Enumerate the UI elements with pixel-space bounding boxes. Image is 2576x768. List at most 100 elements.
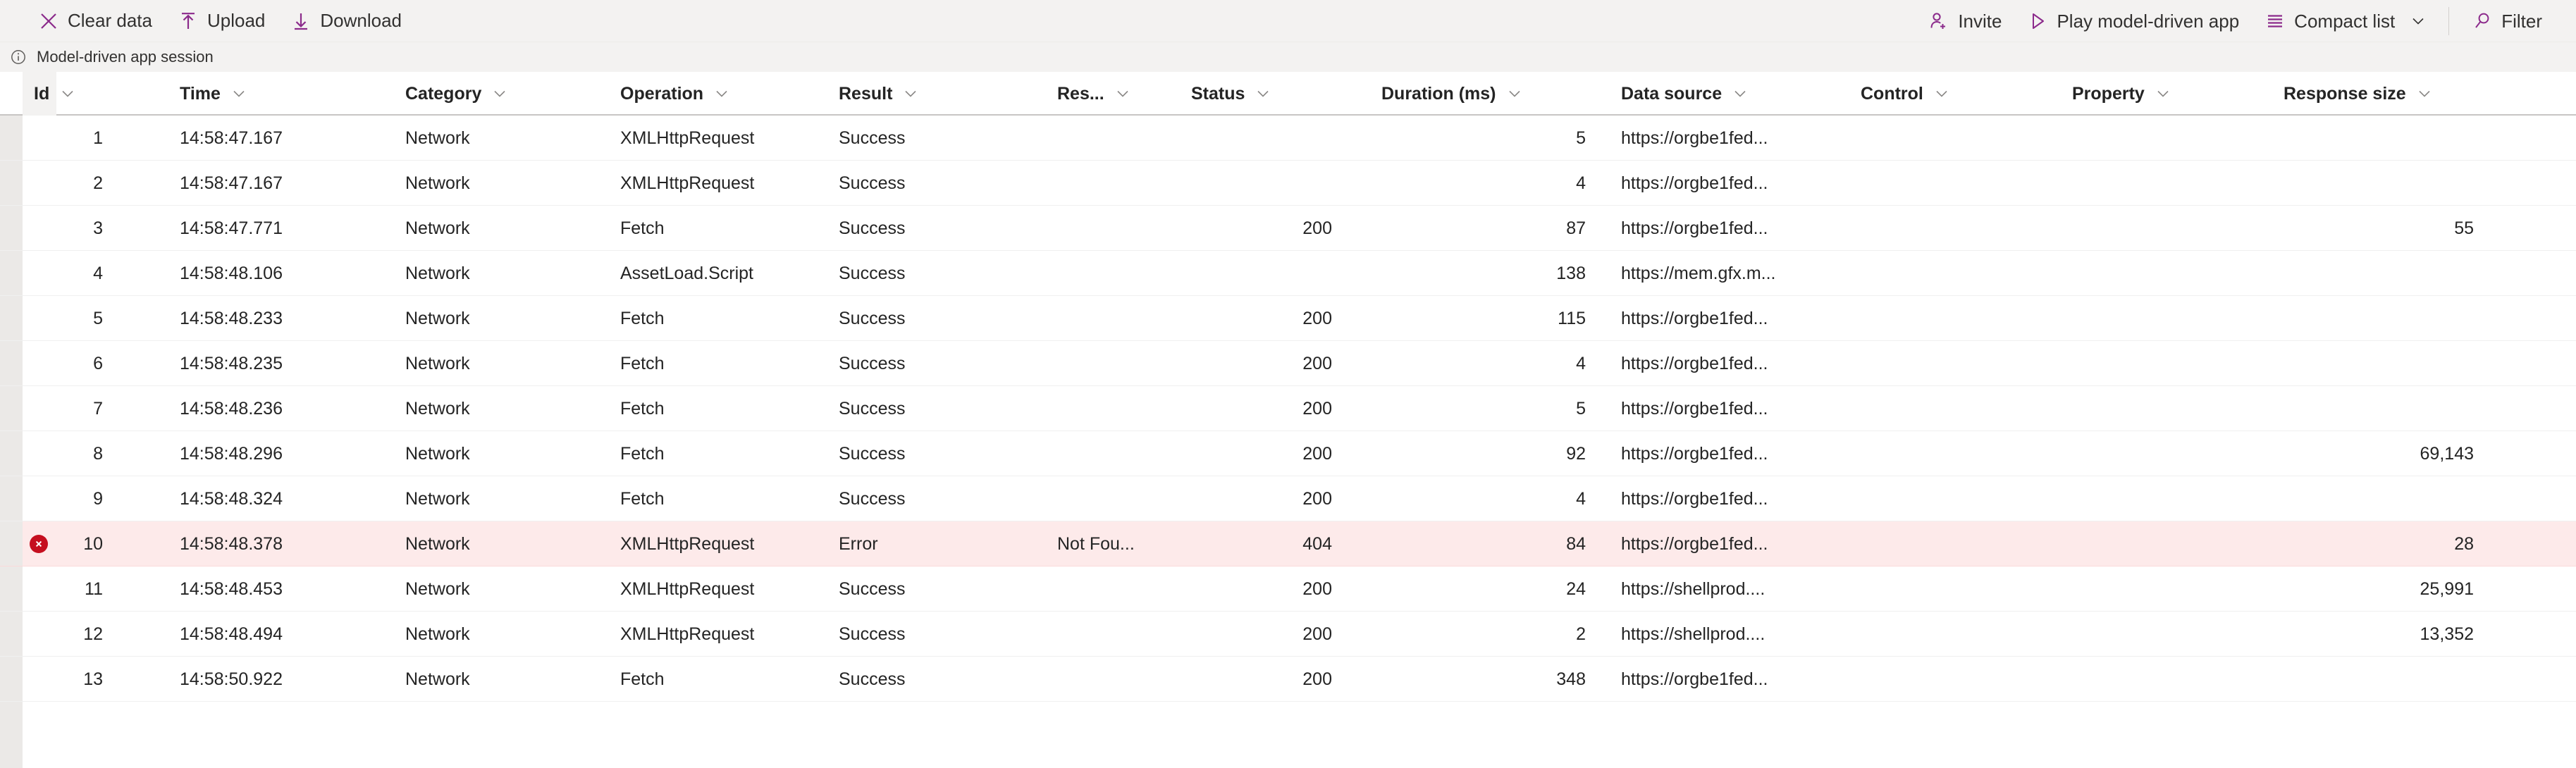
chevron-down-icon[interactable]: [1732, 85, 1749, 102]
cell-category: Network: [405, 669, 470, 689]
column-header-category[interactable]: Category: [405, 72, 610, 116]
row-gutter: [0, 657, 23, 701]
cell-operation: Fetch: [620, 398, 665, 419]
chevron-down-icon[interactable]: [2155, 85, 2171, 102]
chevron-down-icon[interactable]: [902, 85, 919, 102]
table-row[interactable]: 11 14:58:48.453 Network XMLHttpRequest Succe…: [0, 566, 2576, 612]
chevron-down-icon[interactable]: [1114, 85, 1131, 102]
play-model-driven-app-button[interactable]: Play model-driven app: [2014, 0, 2252, 42]
cell-res: [1057, 341, 1184, 386]
cell-id: 2: [93, 173, 103, 193]
cell-operation: XMLHttpRequest: [620, 578, 755, 599]
chevron-down-icon[interactable]: [491, 85, 508, 102]
cell-duration: 348: [1556, 669, 1586, 689]
cell-time: 14:58:48.378: [180, 533, 283, 554]
cell-time: 14:58:48.494: [180, 624, 283, 644]
column-header-control[interactable]: Control: [1861, 72, 2044, 116]
row-gutter: [0, 476, 23, 521]
cell-responsesize: [2284, 341, 2474, 386]
cell-operation: XMLHttpRequest: [620, 624, 755, 644]
table-row[interactable]: 12 14:58:48.494 Network XMLHttpRequest Succe…: [0, 612, 2576, 657]
table-row[interactable]: 7 14:58:48.236 Network Fetch Success 200 5 http…: [0, 386, 2576, 431]
column-header-property[interactable]: Property: [2072, 72, 2262, 116]
table-row[interactable]: 9 14:58:48.324 Network Fetch Success 200 4 http…: [0, 476, 2576, 521]
cell-result: Success: [839, 578, 906, 599]
upload-button[interactable]: Upload: [165, 0, 278, 42]
column-header-status[interactable]: Status: [1191, 72, 1332, 116]
column-header-datasource[interactable]: Data source: [1621, 72, 1854, 116]
cell-id: 7: [93, 398, 103, 419]
cell-property: [2072, 296, 2262, 341]
session-info-label: Model-driven app session: [37, 48, 214, 66]
cell-time: 14:58:48.236: [180, 398, 283, 419]
column-header-label: Duration (ms): [1381, 83, 1496, 104]
cell-status: 404: [1302, 533, 1332, 554]
cell-res: Not Fou...: [1057, 533, 1135, 554]
column-header-responsesize[interactable]: Response size: [2284, 72, 2474, 116]
table-row[interactable]: 3 14:58:47.771 Network Fetch Success 200 87 htt…: [0, 206, 2576, 251]
cell-control: [1861, 161, 2044, 206]
row-gutter: [0, 296, 23, 340]
cell-id: 12: [83, 624, 103, 644]
column-header-label: Category: [405, 83, 482, 104]
top-toolbar: Clear data Upload Download Invite Play m…: [0, 0, 2576, 42]
invite-button[interactable]: Invite: [1916, 0, 2014, 42]
cell-id: 3: [93, 218, 103, 238]
table-row[interactable]: 13 14:58:50.922 Network Fetch Success 200 348 h…: [0, 657, 2576, 702]
chevron-down-icon[interactable]: [1255, 85, 1271, 102]
cell-control: [1861, 476, 2044, 521]
cell-property: [2072, 566, 2262, 612]
table-row[interactable]: 8 14:58:48.296 Network Fetch Success 200 92 htt…: [0, 431, 2576, 476]
session-info-bar: Model-driven app session: [0, 42, 2576, 72]
cell-datasource: https://orgbe1fed...: [1621, 669, 1768, 689]
row-gutter: [0, 116, 23, 160]
table-row[interactable]: 5 14:58:48.233 Network Fetch Success 200 115 ht…: [0, 296, 2576, 341]
column-header-res[interactable]: Res...: [1057, 72, 1184, 116]
compact-list-button[interactable]: Compact list: [2252, 0, 2439, 42]
chevron-down-icon[interactable]: [2416, 85, 2433, 102]
download-button[interactable]: Download: [278, 0, 414, 42]
column-header-duration[interactable]: Duration (ms): [1381, 72, 1586, 116]
cell-result: Success: [839, 669, 906, 689]
cell-operation: Fetch: [620, 669, 665, 689]
table-row[interactable]: 2 14:58:47.167 Network XMLHttpRequest Succes…: [0, 161, 2576, 206]
clear-data-button[interactable]: Clear data: [25, 0, 165, 42]
filter-button[interactable]: Filter: [2459, 0, 2555, 42]
cell-status: 200: [1302, 443, 1332, 464]
table-row[interactable]: 6 14:58:48.235 Network Fetch Success 200 4 http…: [0, 341, 2576, 386]
column-header-operation[interactable]: Operation: [620, 72, 846, 116]
table-row[interactable]: 4 14:58:48.106 Network AssetLoad.Script Succ…: [0, 251, 2576, 296]
close-x-icon: [38, 11, 59, 32]
cell-id: 9: [93, 488, 103, 509]
cell-category: Network: [405, 353, 470, 373]
row-gutter: [0, 702, 23, 720]
cell-res: [1057, 566, 1184, 612]
cell-responsesize: [2284, 386, 2474, 431]
column-header-time[interactable]: Time: [180, 72, 356, 116]
cell-res: [1057, 476, 1184, 521]
column-header-label: Control: [1861, 83, 1923, 104]
table-row[interactable]: 1 14:58:47.167 Network XMLHttpRequest Succes…: [0, 116, 2576, 161]
cell-result: Success: [839, 128, 906, 148]
chevron-down-icon[interactable]: [59, 85, 76, 102]
play-model-driven-app-label: Play model-driven app: [2057, 10, 2240, 32]
cell-time: 14:58:48.453: [180, 578, 283, 599]
column-header-result[interactable]: Result: [839, 72, 1036, 116]
cell-category: Network: [405, 624, 470, 644]
chevron-down-icon[interactable]: [230, 85, 247, 102]
cell-category: Network: [405, 263, 470, 283]
chevron-down-icon[interactable]: [713, 85, 730, 102]
cell-time: 14:58:47.167: [180, 128, 283, 148]
column-header-label: Time: [180, 83, 221, 104]
cell-property: [2072, 161, 2262, 206]
cell-property: [2072, 386, 2262, 431]
cell-datasource: https://orgbe1fed...: [1621, 533, 1768, 554]
cell-time: 14:58:48.324: [180, 488, 283, 509]
cell-control: [1861, 296, 2044, 341]
table-row[interactable]: 10 14:58:48.378 Network XMLHttpRequest Error…: [0, 521, 2576, 566]
chevron-down-icon[interactable]: [1506, 85, 1523, 102]
chevron-down-icon[interactable]: [1933, 85, 1950, 102]
partial-row: [0, 702, 2576, 720]
cell-time: 14:58:50.922: [180, 669, 283, 689]
column-header-id[interactable]: Id: [34, 72, 103, 116]
